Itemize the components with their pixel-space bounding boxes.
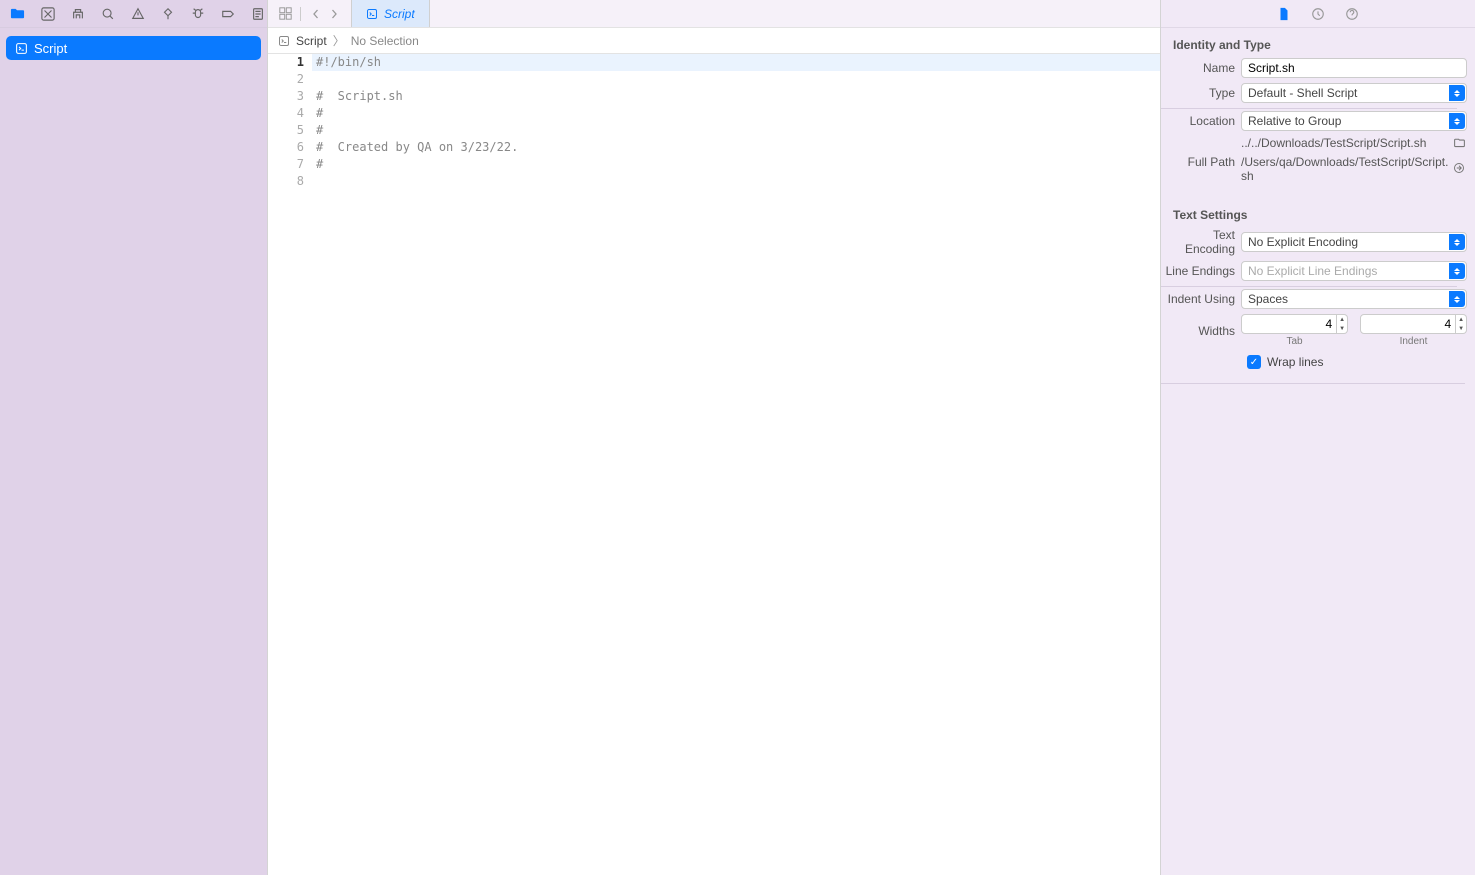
indent-width-stepper[interactable]: ▲▼	[1360, 314, 1467, 334]
source-control-icon[interactable]	[41, 6, 55, 22]
code-line[interactable]: # Script.sh	[312, 88, 1160, 105]
editor-tabbar: Script	[268, 0, 1160, 28]
field-label: Indent Using	[1161, 292, 1241, 306]
code-line[interactable]: # Created by QA on 3/23/22.	[312, 139, 1160, 156]
related-items-icon[interactable]	[278, 7, 292, 21]
editor-tab[interactable]: Script	[351, 0, 430, 27]
field-label: Full Path	[1161, 155, 1241, 169]
sublabel: Indent	[1400, 336, 1428, 347]
folder-icon[interactable]	[10, 6, 25, 22]
jumpbar-item[interactable]: Script	[296, 34, 327, 48]
code-line[interactable]	[312, 173, 1160, 190]
field-label: Type	[1161, 86, 1241, 100]
field-label: Location	[1161, 114, 1241, 128]
select-caret-icon	[1449, 113, 1465, 129]
tab-label: Script	[384, 7, 415, 21]
issues-icon[interactable]	[131, 6, 145, 22]
search-icon[interactable]	[101, 6, 115, 22]
help-tab-icon[interactable]	[1344, 6, 1360, 22]
debug-icon[interactable]	[191, 6, 205, 22]
shell-file-icon	[278, 35, 290, 47]
code-line[interactable]: #	[312, 156, 1160, 173]
text-encoding-select[interactable]: No Explicit Encoding	[1241, 232, 1467, 252]
select-caret-icon	[1449, 85, 1465, 101]
file-inspector-tab-icon[interactable]	[1276, 6, 1292, 22]
stepper-up-icon[interactable]: ▲	[1337, 315, 1347, 324]
code-editor[interactable]: 12345678 #!/bin/sh # Script.sh # # # Cre…	[268, 54, 1160, 875]
select-caret-icon	[1449, 291, 1465, 307]
jump-bar[interactable]: Script 〉 No Selection	[268, 28, 1160, 54]
code-content[interactable]: #!/bin/sh # Script.sh # # # Created by Q…	[312, 54, 1160, 875]
stepper-down-icon[interactable]: ▼	[1456, 324, 1466, 333]
tab-width-input[interactable]	[1241, 314, 1337, 334]
reports-icon[interactable]	[251, 6, 265, 22]
navigator-tree: Script	[0, 28, 267, 68]
indent-width-input[interactable]	[1360, 314, 1456, 334]
field-label: Line Endings	[1161, 264, 1241, 278]
shell-file-icon	[366, 8, 378, 20]
indent-using-select[interactable]: Spaces	[1241, 289, 1467, 309]
sublabel: Tab	[1286, 336, 1302, 347]
symbols-icon[interactable]	[71, 6, 85, 22]
name-input[interactable]	[1241, 58, 1467, 78]
navigator-file-item[interactable]: Script	[6, 36, 261, 60]
chevron-right-icon: 〉	[333, 32, 345, 49]
select-caret-icon	[1449, 234, 1465, 250]
history-tab-icon[interactable]	[1310, 6, 1326, 22]
inspector-tabs	[1161, 0, 1475, 28]
wrap-lines-checkbox[interactable]: ✓	[1247, 355, 1261, 369]
breakpoints-icon[interactable]	[221, 6, 235, 22]
field-label: Text Encoding	[1161, 228, 1241, 256]
location-path: ../../Downloads/TestScript/Script.sh	[1241, 136, 1449, 150]
line-gutter: 12345678	[268, 54, 312, 875]
editor-area: Script Script 〉 No Selection 12345678 #!…	[268, 0, 1160, 875]
reveal-arrow-icon[interactable]	[1453, 162, 1467, 176]
stepper-down-icon[interactable]: ▼	[1337, 324, 1347, 333]
field-label: Widths	[1161, 324, 1241, 338]
line-endings-select[interactable]: No Explicit Line Endings	[1241, 261, 1467, 281]
choose-folder-icon[interactable]	[1453, 136, 1467, 150]
stepper-up-icon[interactable]: ▲	[1456, 315, 1466, 324]
code-line[interactable]: #!/bin/sh	[312, 54, 1160, 71]
shell-file-icon	[14, 41, 28, 55]
full-path-value: /Users/qa/Downloads/TestScript/Script.sh	[1241, 155, 1449, 183]
field-label: Name	[1161, 61, 1241, 75]
select-caret-icon	[1449, 263, 1465, 279]
type-select[interactable]: Default - Shell Script	[1241, 83, 1467, 103]
inspector-panel: Identity and Type Name Type Default - Sh…	[1160, 0, 1475, 875]
section-title: Text Settings	[1161, 198, 1475, 228]
tests-icon[interactable]	[161, 6, 175, 22]
navigator-item-label: Script	[34, 41, 67, 56]
code-line[interactable]: #	[312, 122, 1160, 139]
code-line[interactable]	[312, 71, 1160, 88]
location-select[interactable]: Relative to Group	[1241, 111, 1467, 131]
navigator-panel: Script	[0, 0, 268, 875]
checkbox-label: Wrap lines	[1267, 355, 1323, 369]
nav-forward-icon[interactable]	[327, 7, 341, 21]
code-line[interactable]: #	[312, 105, 1160, 122]
section-title: Identity and Type	[1161, 28, 1475, 58]
tab-width-stepper[interactable]: ▲▼	[1241, 314, 1348, 334]
nav-back-icon[interactable]	[309, 7, 323, 21]
jumpbar-item[interactable]: No Selection	[351, 34, 419, 48]
navigator-toolbar	[0, 0, 267, 28]
